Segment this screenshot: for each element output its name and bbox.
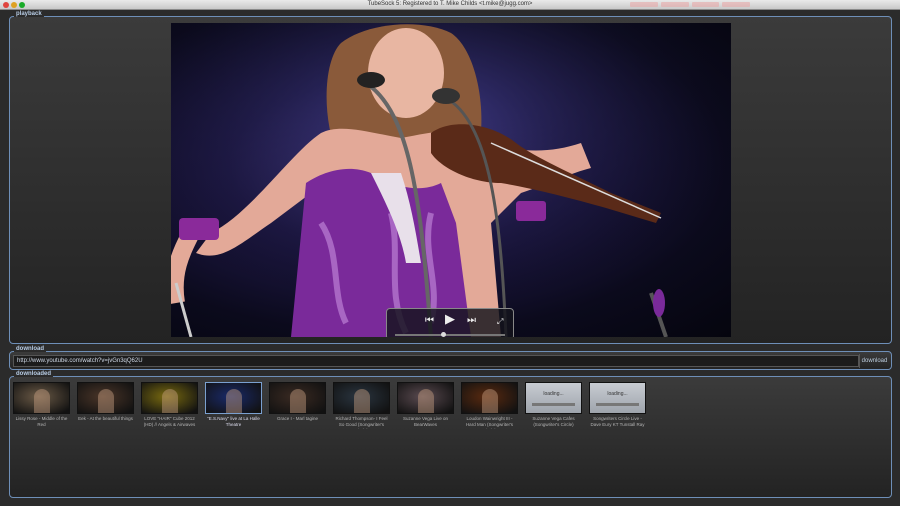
downloaded-item[interactable]: Suzanne Vega Live on BearWaves <box>397 382 454 429</box>
download-button[interactable]: download <box>859 354 889 368</box>
video-thumbnail[interactable] <box>205 382 262 414</box>
video-thumbnail[interactable]: loading... <box>525 382 582 414</box>
downloaded-item-label: Eek - At the beautiful things <box>78 416 133 421</box>
downloaded-item-label: Loudon Wainwright III - Hard Man (Songwr… <box>465 416 514 429</box>
loading-text: loading... <box>543 391 564 397</box>
downloaded-item-label: LOVE "HAIR" Cube 2012 (HD) // Angels & A… <box>143 416 196 429</box>
downloaded-item-label: Lissy Rose - Middle of the Red <box>15 416 68 427</box>
downloaded-item[interactable]: Eek - At the beautiful things <box>77 382 134 429</box>
previous-icon[interactable]: ⏮ <box>425 316 434 326</box>
next-icon[interactable]: ⏭ <box>467 316 476 326</box>
loading-text: loading... <box>607 391 628 397</box>
downloaded-item[interactable]: LOVE "HAIR" Cube 2012 (HD) // Angels & A… <box>141 382 198 429</box>
thumbnail-figure <box>354 389 370 413</box>
video-thumbnail[interactable] <box>77 382 134 414</box>
player-controls: ⏮ ▶ ⏭ ⤢ <box>386 308 514 337</box>
video-player[interactable]: ⏮ ▶ ⏭ ⤢ <box>171 23 731 337</box>
video-thumbnail[interactable] <box>13 382 70 414</box>
downloaded-item-label: Richard Thompson- I Feel So Good (Songwr… <box>335 416 388 429</box>
downloaded-item[interactable]: Loudon Wainwright III - Hard Man (Songwr… <box>461 382 518 429</box>
url-input[interactable]: http://www.youtube.com/watch?v=jvGn3qQ62… <box>13 355 859 367</box>
downloaded-item[interactable]: Lissy Rose - Middle of the Red <box>13 382 70 429</box>
window-title: TubeSock 5: Registered to T. Mike Childs… <box>367 1 533 7</box>
downloaded-item[interactable]: Grace I - Marl tagine <box>269 382 326 429</box>
title-bar: TubeSock 5: Registered to T. Mike Childs… <box>0 0 900 10</box>
playback-panel: playback ⏮ ▶ ⏭ ⤢ <box>9 11 892 344</box>
downloaded-item-label: Suzanne Vega Live on BearWaves <box>402 416 449 427</box>
downloaded-legend: downloaded <box>14 371 53 377</box>
video-thumbnail[interactable]: loading... <box>589 382 646 414</box>
thumbnail-figure <box>418 389 434 413</box>
scrub-knob[interactable] <box>441 332 447 337</box>
download-legend: download <box>14 346 46 352</box>
downloaded-item[interactable]: loading... Suzanne Vega Cafes (Songwriter… <box>525 382 582 429</box>
loading-progress-bar <box>596 403 639 406</box>
thumbnail-figure <box>98 389 114 413</box>
downloaded-list: Lissy Rose - Middle of the Red Eek - At t… <box>13 382 646 429</box>
scrub-bar[interactable] <box>395 332 505 337</box>
downloaded-item[interactable]: "E.S.Navy" live at La Halle Theatre <box>205 382 262 429</box>
downloaded-item-label: Grace I - Marl tagine <box>276 416 318 421</box>
thumbnail-figure <box>290 389 306 413</box>
video-thumbnail[interactable] <box>397 382 454 414</box>
thumbnail-figure <box>226 389 242 413</box>
play-icon[interactable]: ▶ <box>445 312 455 325</box>
playback-legend: playback <box>14 11 44 17</box>
downloaded-panel: downloaded Lissy Rose - Middle of the Re… <box>9 371 892 498</box>
video-thumbnail[interactable] <box>461 382 518 414</box>
downloaded-item[interactable]: loading... Songwriters Circle Live - Dave… <box>589 382 646 429</box>
video-thumbnail[interactable] <box>333 382 390 414</box>
title-bar-decoration <box>630 2 750 7</box>
fullscreen-icon[interactable]: ⤢ <box>497 317 503 327</box>
thumbnail-figure <box>482 389 498 413</box>
download-panel: download http://www.youtube.com/watch?v=… <box>9 346 892 370</box>
downloaded-item-label: Suzanne Vega Cafes (Songwriter's Circle) <box>532 416 575 427</box>
downloaded-item-label: "E.S.Navy" live at La Halle Theatre <box>207 416 260 427</box>
downloaded-item-label: Songwriters Circle Live - Dave Eury KT T… <box>590 416 645 429</box>
video-thumbnail[interactable] <box>141 382 198 414</box>
thumbnail-figure <box>162 389 178 413</box>
thumbnail-figure <box>34 389 50 413</box>
downloaded-item[interactable]: Richard Thompson- I Feel So Good (Songwr… <box>333 382 390 429</box>
video-frame <box>171 23 731 337</box>
video-thumbnail[interactable] <box>269 382 326 414</box>
loading-progress-bar <box>532 403 575 406</box>
